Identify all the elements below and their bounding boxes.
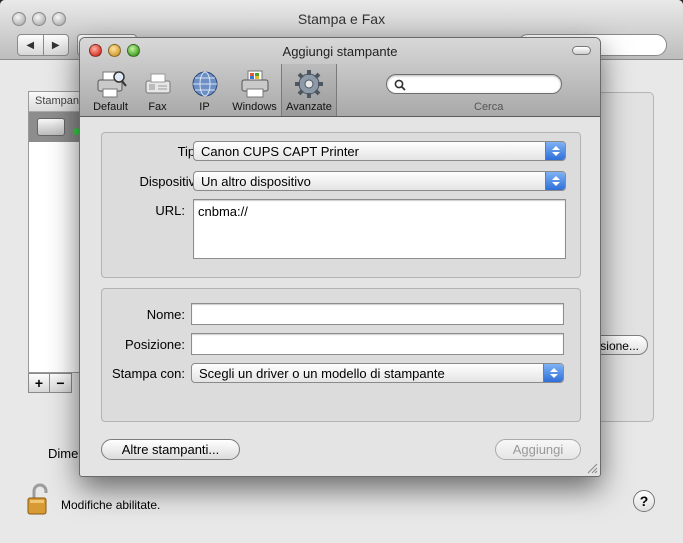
lock-status-label: Modifiche abilitate. <box>61 498 161 512</box>
device-label: Dispositivo: <box>139 174 206 189</box>
type-label: Tipo: <box>177 144 206 159</box>
dialog-title: Aggiungi stampante <box>282 44 398 59</box>
add-printer-dialog: Aggiungi stampante Default Fax IP Window… <box>79 37 601 477</box>
add-button[interactable]: Aggiungi <box>495 439 581 460</box>
print-using-popup-value: Scegli un driver o un modello di stampan… <box>199 366 445 381</box>
toolbar-fax-label: Fax <box>148 101 167 113</box>
toolbar-ip[interactable]: IP <box>181 64 228 116</box>
help-button[interactable]: ? <box>633 490 655 512</box>
toolbar-toggle-button[interactable] <box>572 46 591 55</box>
fax-icon <box>145 73 170 94</box>
default-printer-label: Dime <box>48 446 79 461</box>
popup-arrows-icon <box>545 172 565 190</box>
printer-search-input[interactable] <box>386 74 562 94</box>
add-printer-button[interactable]: + <box>28 373 50 393</box>
printer-type-toolbar: Default Fax IP Windows Avanzate <box>87 64 337 116</box>
popup-arrows-icon <box>545 142 565 160</box>
back-button[interactable]: ◀ <box>18 35 43 55</box>
printer-list[interactable]: Stampan <box>28 91 84 373</box>
print-using-popup[interactable]: Scegli un driver o un modello di stampan… <box>191 363 564 383</box>
printer-details-panel <box>596 92 654 422</box>
gear-icon <box>295 70 323 98</box>
location-field[interactable] <box>191 333 564 355</box>
toolbar-default[interactable]: Default <box>87 64 134 116</box>
window-title: Stampa e Fax <box>297 11 386 27</box>
windows-printer-icon <box>241 70 268 98</box>
lock-open-icon[interactable] <box>26 482 54 518</box>
toolbar-windows[interactable]: Windows <box>228 64 281 116</box>
toolbar-ip-label: IP <box>199 101 210 113</box>
printer-list-header: Stampan <box>29 92 83 112</box>
more-printers-button[interactable]: Altre stampanti... <box>101 439 240 460</box>
resize-grip-icon[interactable] <box>587 463 598 474</box>
globe-icon <box>192 71 217 97</box>
name-field[interactable] <box>191 303 564 325</box>
toolbar-fax[interactable]: Fax <box>134 64 181 116</box>
toolbar-advanced-label: Avanzate <box>286 101 332 113</box>
printer-magnifier-icon <box>97 71 127 98</box>
printer-icon <box>37 118 65 136</box>
popup-arrows-icon <box>543 364 563 382</box>
device-popup[interactable]: Un altro dispositivo <box>193 171 566 191</box>
dialog-toolbar-area: Aggiungi stampante Default Fax IP Window… <box>80 38 600 117</box>
toolbar-advanced[interactable]: Avanzate <box>281 64 337 116</box>
type-popup[interactable]: Canon CUPS CAPT Printer <box>193 141 566 161</box>
printer-list-controls: + − <box>28 373 72 393</box>
location-label: Posizione: <box>125 337 185 352</box>
back-forward-control: ◀ ▶ <box>17 34 69 56</box>
search-icon <box>394 79 406 91</box>
printer-list-item[interactable] <box>29 112 83 142</box>
device-popup-value: Un altro dispositivo <box>201 174 311 189</box>
name-label: Nome: <box>146 307 185 322</box>
url-field[interactable]: cnbma:// <box>193 199 566 259</box>
search-caption: Cerca <box>474 101 504 113</box>
type-popup-value: Canon CUPS CAPT Printer <box>201 144 359 159</box>
options-supplies-label: sione... <box>600 339 639 353</box>
url-label: URL: <box>155 203 185 218</box>
toolbar-default-label: Default <box>93 101 128 113</box>
remove-printer-button[interactable]: − <box>50 373 72 393</box>
printer-info-group: Nome: Posizione: Stampa con: Scegli un d… <box>101 288 581 422</box>
forward-button[interactable]: ▶ <box>42 35 69 55</box>
toolbar-windows-label: Windows <box>232 101 277 113</box>
print-using-label: Stampa con: <box>112 366 185 381</box>
connection-settings-group: Tipo: Canon CUPS CAPT Printer Dispositiv… <box>101 132 581 278</box>
